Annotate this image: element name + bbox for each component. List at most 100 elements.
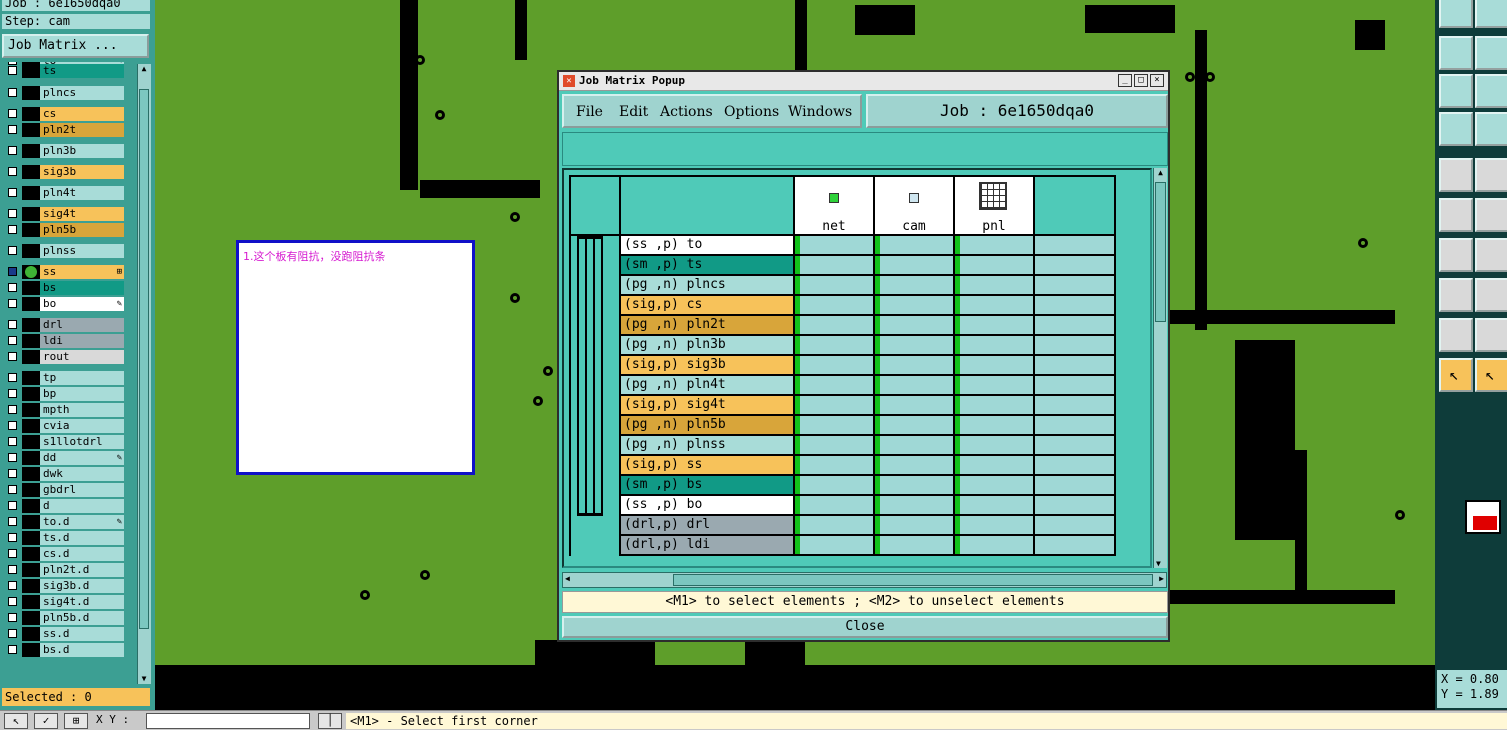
matrix-row-label[interactable]: (ss ,p) to bbox=[621, 236, 793, 254]
minimize-icon[interactable]: _ bbox=[1118, 74, 1132, 87]
select-arrow-icon[interactable]: ↖ bbox=[1439, 358, 1473, 392]
angle-icon[interactable] bbox=[1439, 238, 1473, 272]
layer-checkbox[interactable] bbox=[8, 336, 17, 345]
matrix-cell[interactable] bbox=[875, 236, 953, 254]
layer-checkbox[interactable] bbox=[8, 613, 17, 622]
matrix-cell[interactable] bbox=[955, 436, 1033, 454]
layer-row[interactable]: to.d ✎ bbox=[4, 515, 124, 529]
matrix-cell[interactable] bbox=[795, 396, 873, 414]
layer-checkbox[interactable] bbox=[8, 389, 17, 398]
layer-row[interactable]: gbdrl bbox=[4, 483, 124, 497]
matrix-row-label[interactable]: (sm ,p) ts bbox=[621, 256, 793, 274]
matrix-row-label[interactable]: (pg ,n) pln3b bbox=[621, 336, 793, 354]
step-cam[interactable]: cam bbox=[875, 177, 953, 234]
layer-row[interactable]: sig4t bbox=[4, 207, 124, 221]
draw-line-icon[interactable] bbox=[1475, 158, 1507, 192]
pointer-icon[interactable]: ↖ bbox=[4, 713, 28, 729]
scroll-up-icon[interactable]: ▲ bbox=[139, 64, 149, 74]
matrix-cell[interactable] bbox=[1035, 496, 1114, 514]
matrix-cell[interactable] bbox=[875, 336, 953, 354]
layer-row[interactable]: plnss bbox=[4, 244, 124, 258]
matrix-cell[interactable] bbox=[795, 476, 873, 494]
layer-row[interactable]: ts bbox=[4, 64, 124, 78]
step-pnl[interactable]: pnl bbox=[955, 177, 1033, 234]
matrix-cell[interactable] bbox=[1035, 536, 1114, 554]
matrix-row-label[interactable]: (sig,p) cs bbox=[621, 296, 793, 314]
move-icon[interactable] bbox=[1475, 74, 1507, 108]
maximize-icon[interactable]: □ bbox=[1134, 74, 1148, 87]
layer-row[interactable]: drl bbox=[4, 318, 124, 332]
layer-row[interactable]: ldi bbox=[4, 334, 124, 348]
layer-row[interactable]: pln2t bbox=[4, 123, 124, 137]
matrix-cell[interactable] bbox=[875, 396, 953, 414]
matrix-row-label[interactable]: (sm ,p) bs bbox=[621, 476, 793, 494]
matrix-row-label[interactable]: (pg ,n) pln2t bbox=[621, 316, 793, 334]
layer-row[interactable]: ts.d bbox=[4, 531, 124, 545]
matrix-row-label[interactable]: (pg ,n) plnss bbox=[621, 436, 793, 454]
layer-list-scrollbar[interactable]: ▲ ▼ bbox=[137, 64, 151, 684]
layer-checkbox[interactable] bbox=[8, 469, 17, 478]
layer-checkbox[interactable] bbox=[8, 125, 17, 134]
check-icon[interactable]: ✓ bbox=[34, 713, 58, 729]
triangle-icon[interactable] bbox=[1439, 318, 1473, 352]
layer-row[interactable]: bs.d bbox=[4, 643, 124, 657]
matrix-cell[interactable] bbox=[795, 416, 873, 434]
layer-row[interactable]: pln4t bbox=[4, 186, 124, 200]
matrix-cell[interactable] bbox=[875, 456, 953, 474]
job-matrix-button[interactable]: Job Matrix ... bbox=[2, 34, 149, 58]
layer-checkbox[interactable] bbox=[8, 146, 17, 155]
matrix-cell[interactable] bbox=[955, 316, 1033, 334]
matrix-cell[interactable] bbox=[795, 356, 873, 374]
layer-row[interactable]: s1llotdrl bbox=[4, 435, 124, 449]
layer-checkbox[interactable] bbox=[8, 597, 17, 606]
matrix-cell[interactable] bbox=[795, 496, 873, 514]
layer-row[interactable]: ss.d bbox=[4, 627, 124, 641]
matrix-cell[interactable] bbox=[955, 356, 1033, 374]
matrix-cell[interactable] bbox=[795, 296, 873, 314]
matrix-cell[interactable] bbox=[1035, 416, 1114, 434]
layer-row[interactable]: pln5b bbox=[4, 223, 124, 237]
matrix-cell[interactable] bbox=[875, 416, 953, 434]
layer-row[interactable]: d bbox=[4, 499, 124, 513]
matrix-hscroll-thumb[interactable] bbox=[673, 574, 1153, 586]
matrix-cell[interactable] bbox=[875, 496, 953, 514]
slope-icon[interactable] bbox=[1475, 238, 1507, 272]
matrix-cell[interactable] bbox=[875, 296, 953, 314]
matrix-cell[interactable] bbox=[875, 476, 953, 494]
layer-checkbox[interactable] bbox=[8, 405, 17, 414]
layer-checkbox[interactable] bbox=[8, 225, 17, 234]
matrix-row-label[interactable]: (drl,p) ldi bbox=[621, 536, 793, 554]
menu-edit[interactable]: Edit bbox=[619, 104, 648, 120]
matrix-cell[interactable] bbox=[955, 276, 1033, 294]
layer-row[interactable]: pln3b bbox=[4, 144, 124, 158]
matrix-cell[interactable] bbox=[1035, 476, 1114, 494]
matrix-cell[interactable] bbox=[955, 456, 1033, 474]
layer-checkbox[interactable] bbox=[8, 373, 17, 382]
matrix-cell[interactable] bbox=[795, 276, 873, 294]
matrix-cell[interactable] bbox=[955, 476, 1033, 494]
matrix-cell[interactable] bbox=[795, 436, 873, 454]
line-icon[interactable] bbox=[1475, 278, 1507, 312]
matrix-cell[interactable] bbox=[955, 416, 1033, 434]
matrix-cell[interactable] bbox=[1035, 336, 1114, 354]
connect-icon[interactable] bbox=[1439, 198, 1473, 232]
layer-checkbox[interactable] bbox=[8, 246, 17, 255]
layer-checkbox[interactable] bbox=[8, 645, 17, 654]
layer-checkbox[interactable] bbox=[8, 283, 17, 292]
layer-checkbox[interactable] bbox=[8, 485, 17, 494]
layer-row[interactable]: sig4t.d bbox=[4, 595, 124, 609]
scroll-down-icon[interactable]: ▼ bbox=[139, 674, 149, 684]
matrix-cell[interactable] bbox=[1035, 376, 1114, 394]
matrix-cell[interactable] bbox=[955, 536, 1033, 554]
matrix-cell[interactable] bbox=[795, 376, 873, 394]
close-button[interactable]: Close bbox=[562, 616, 1168, 638]
matrix-row-label[interactable]: (sig,p) sig4t bbox=[621, 396, 793, 414]
popup-titlebar[interactable]: ✕ Job Matrix Popup _ □ × bbox=[559, 72, 1168, 91]
layer-row[interactable]: tp bbox=[4, 371, 124, 385]
matrix-cell[interactable] bbox=[875, 256, 953, 274]
matrix-cell[interactable] bbox=[1035, 316, 1114, 334]
cross-icon[interactable] bbox=[1475, 198, 1507, 232]
layer-checkbox[interactable] bbox=[8, 352, 17, 361]
zoom-box-icon[interactable] bbox=[1475, 36, 1507, 70]
matrix-row-label[interactable]: (pg ,n) plncs bbox=[621, 276, 793, 294]
